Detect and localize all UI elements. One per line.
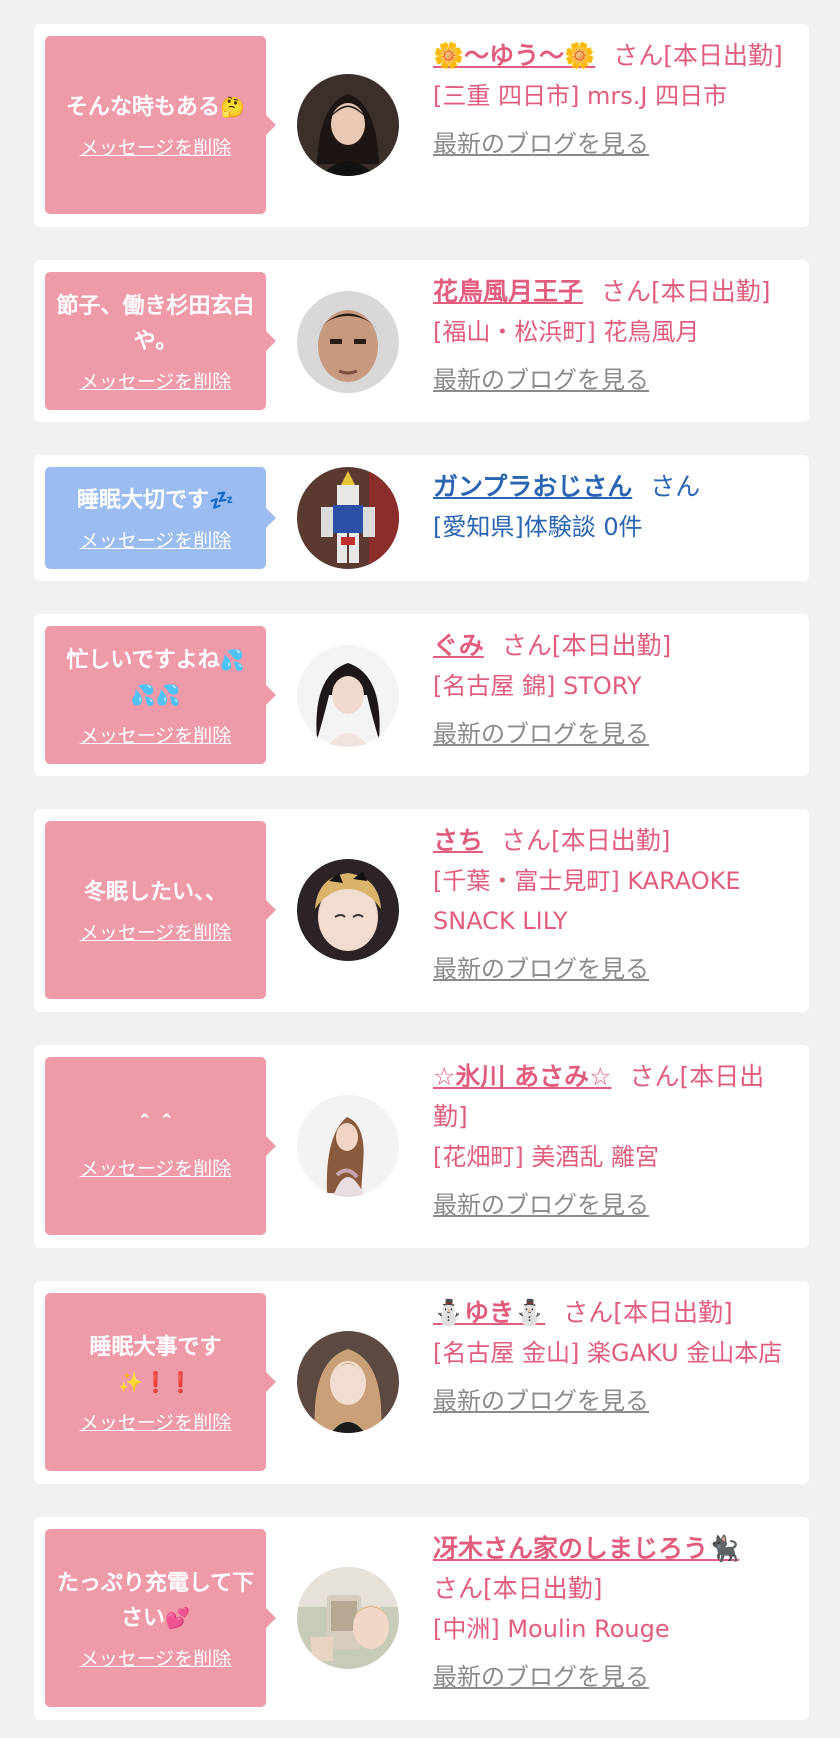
name-line: ぐみ さん[本日出勤]: [433, 626, 793, 666]
message-card: 忙しいですよね💦💦💦 メッセージを削除 ぐみ さん[本日出勤] [名古屋 錦] S…: [34, 614, 809, 776]
message-text: 冬眠したい、、: [83, 880, 227, 905]
message-bubble: ＾＾ メッセージを削除: [45, 1057, 276, 1235]
honorific-status: さん[本日出勤]: [501, 631, 672, 660]
profile-info: ⛄ゆき⛄ さん[本日出勤] [名古屋 金山] 楽GAKU 金山本店 最新のブログを…: [433, 1293, 793, 1417]
shop-info: [名古屋 錦] STORY: [433, 672, 642, 700]
message-text: 忙しいですよね💦💦💦: [66, 647, 245, 707]
profile-info: ☆氷川 あさみ☆ さん[本日出勤] [花畑町] 美酒乱 離宮 最新のブログを見る: [433, 1057, 793, 1221]
profile-name-link[interactable]: ☆氷川 あさみ☆: [433, 1062, 612, 1091]
message-text: 睡眠大事です✨❗️❗️: [89, 1334, 222, 1394]
message-text: ＾＾: [133, 1116, 178, 1141]
latest-blog-link[interactable]: 最新のブログを見る: [433, 1661, 649, 1693]
avatar-image: [297, 859, 399, 961]
message-card: そんな時もある🤔 メッセージを削除 🌼〜ゆう〜🌼 さん[本日出勤] [三重 四日市…: [34, 24, 809, 227]
avatar-image: [297, 467, 399, 569]
message-bubble: たっぷり充電して下さい💕 メッセージを削除: [45, 1529, 276, 1707]
latest-blog-link[interactable]: 最新のブログを見る: [433, 718, 649, 750]
profile-name-link[interactable]: 花鳥風月王子: [433, 277, 583, 306]
avatar-image: [297, 1095, 399, 1197]
avatar[interactable]: [297, 1095, 399, 1197]
message-emoji: 💤: [209, 488, 234, 512]
delete-message-link[interactable]: メッセージを削除: [80, 1154, 232, 1181]
message-emoji: ✨❗️❗️: [118, 1369, 193, 1394]
message-card: 睡眠大事です✨❗️❗️ メッセージを削除 ⛄ゆき⛄ さん[本日出勤] [名古屋 金…: [34, 1281, 809, 1484]
message-bubble: そんな時もある🤔 メッセージを削除: [45, 36, 276, 214]
profile-name-link[interactable]: ぐみ: [433, 631, 484, 660]
latest-blog-link[interactable]: 最新のブログを見る: [433, 128, 649, 160]
name-line: 花鳥風月王子 さん[本日出勤]: [433, 272, 793, 312]
shop-info: [福山・松浜町] 花鳥風月: [433, 318, 700, 346]
message-card: ＾＾ メッセージを削除 ☆氷川 あさみ☆ さん[本日出勤] [花畑町] 美酒乱 離…: [34, 1045, 809, 1248]
message-bubble: 睡眠大事です✨❗️❗️ メッセージを削除: [45, 1293, 276, 1471]
message-text: たっぷり充電して下さい💕: [56, 1570, 255, 1631]
name-line: ⛄ゆき⛄ さん[本日出勤]: [433, 1293, 793, 1333]
avatar[interactable]: [297, 645, 399, 747]
name-line: 冴木さん家のしまじろう🐈‍⬛ さん[本日出勤]: [433, 1529, 793, 1609]
message-card: たっぷり充電して下さい💕 メッセージを削除 冴木さん家のしまじろう🐈‍⬛ さん[本…: [34, 1517, 809, 1720]
shop-info: [花畑町] 美酒乱 離宮: [433, 1143, 659, 1171]
message-card: 冬眠したい、、 メッセージを削除 さち さん[本日出勤] [千葉・富士見町] KA…: [34, 809, 809, 1012]
profile-info: ガンプラおじさん さん [愛知県]体験談 0件: [433, 467, 793, 547]
honorific-status: さん[本日出勤]: [433, 1574, 603, 1603]
avatar-image: [297, 1567, 399, 1669]
message-text: そんな時もある🤔: [66, 95, 245, 120]
latest-blog-link[interactable]: 最新のブログを見る: [433, 953, 649, 985]
avatar-image: [297, 645, 399, 747]
profile-info: 冴木さん家のしまじろう🐈‍⬛ さん[本日出勤] [中洲] Moulin Rouge…: [433, 1529, 793, 1693]
shop-info: [千葉・富士見町] KARAOKE SNACK LILY: [433, 867, 741, 935]
delete-message-link[interactable]: メッセージを削除: [80, 918, 232, 945]
latest-blog-link[interactable]: 最新のブログを見る: [433, 364, 649, 396]
profile-name-link[interactable]: ガンプラおじさん: [433, 472, 632, 501]
profile-info: 花鳥風月王子 さん[本日出勤] [福山・松浜町] 花鳥風月 最新のブログを見る: [433, 272, 793, 396]
avatar[interactable]: [297, 1331, 399, 1433]
avatar-image: [297, 74, 399, 176]
profile-name-link[interactable]: さち: [433, 826, 483, 855]
message-text: 睡眠大切です💤: [77, 488, 234, 513]
message-bubble: 睡眠大切です💤 メッセージを削除: [45, 467, 276, 569]
avatar[interactable]: [297, 74, 399, 176]
avatar[interactable]: [297, 467, 399, 569]
message-card: 節子、働き杉田玄白や。 メッセージを削除 花鳥風月王子 さん[本日出勤] [福山・…: [34, 260, 809, 422]
profile-name-link[interactable]: 🌼〜ゆう〜🌼: [433, 41, 595, 70]
honorific-status: さん[本日出勤]: [613, 41, 783, 70]
message-emoji: 💕: [165, 1605, 190, 1630]
delete-message-link[interactable]: メッセージを削除: [80, 526, 232, 553]
avatar-image: [297, 1331, 399, 1433]
name-line: ガンプラおじさん さん: [433, 467, 793, 507]
avatar[interactable]: [297, 1567, 399, 1669]
message-bubble: 忙しいですよね💦💦💦 メッセージを削除: [45, 626, 276, 764]
name-line: 🌼〜ゆう〜🌼 さん[本日出勤]: [433, 36, 793, 76]
delete-message-link[interactable]: メッセージを削除: [80, 367, 232, 394]
avatar-image: [297, 291, 399, 393]
shop-info: [愛知県]体験談 0件: [433, 513, 643, 541]
shop-info: [中洲] Moulin Rouge: [433, 1615, 670, 1643]
name-line: ☆氷川 あさみ☆ さん[本日出勤]: [433, 1057, 793, 1137]
profile-info: 🌼〜ゆう〜🌼 さん[本日出勤] [三重 四日市] mrs.J 四日市 最新のブログ…: [433, 36, 793, 160]
message-bubble: 冬眠したい、、 メッセージを削除: [45, 821, 276, 999]
avatar[interactable]: [297, 291, 399, 393]
message-list: そんな時もある🤔 メッセージを削除 🌼〜ゆう〜🌼 さん[本日出勤] [三重 四日市…: [34, 24, 809, 1720]
delete-message-link[interactable]: メッセージを削除: [80, 721, 232, 748]
honorific-status: さん: [650, 472, 701, 501]
message-card: 睡眠大切です💤 メッセージを削除 ガンプラおじさん さん [愛知県]体験談 0件: [34, 455, 809, 581]
latest-blog-link[interactable]: 最新のブログを見る: [433, 1189, 649, 1221]
profile-info: さち さん[本日出勤] [千葉・富士見町] KARAOKE SNACK LILY …: [433, 821, 793, 985]
delete-message-link[interactable]: メッセージを削除: [80, 133, 232, 160]
avatar[interactable]: [297, 859, 399, 961]
message-text: 節子、働き杉田玄白や。: [56, 293, 255, 354]
delete-message-link[interactable]: メッセージを削除: [80, 1644, 232, 1671]
profile-name-link[interactable]: 冴木さん家のしまじろう🐈‍⬛: [433, 1534, 739, 1563]
profile-info: ぐみ さん[本日出勤] [名古屋 錦] STORY 最新のブログを見る: [433, 626, 793, 750]
delete-message-link[interactable]: メッセージを削除: [80, 1408, 232, 1435]
message-emoji: 🤔: [220, 95, 245, 119]
shop-info: [名古屋 金山] 楽GAKU 金山本店: [433, 1339, 783, 1367]
honorific-status: さん[本日出勤]: [501, 826, 671, 855]
latest-blog-link[interactable]: 最新のブログを見る: [433, 1385, 649, 1417]
profile-name-link[interactable]: ⛄ゆき⛄: [433, 1298, 545, 1327]
honorific-status: さん[本日出勤]: [563, 1298, 733, 1327]
name-line: さち さん[本日出勤]: [433, 821, 793, 861]
honorific-status: さん[本日出勤]: [601, 277, 771, 306]
shop-info: [三重 四日市] mrs.J 四日市: [433, 82, 728, 110]
message-bubble: 節子、働き杉田玄白や。 メッセージを削除: [45, 272, 276, 410]
